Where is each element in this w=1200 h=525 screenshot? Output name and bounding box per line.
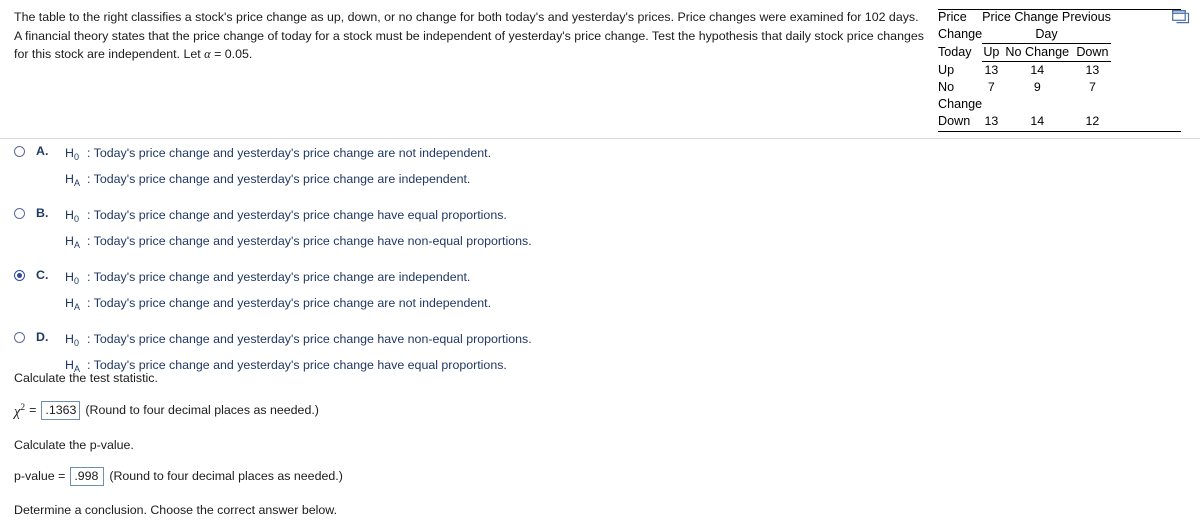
spacer-cell [1074,96,1111,113]
p-value-label: p-value = [14,468,66,483]
problem-text-part1: The table to the right classifies a stoc… [14,10,924,61]
answer-options-group[interactable]: A. H0 : Today's price change and yesterda… [14,143,914,391]
contingency-table: Price Price Change Previous Change Day T… [938,9,1111,130]
cell-down-up: 13 [984,114,999,128]
option-b[interactable]: B. H0 : Today's price change and yesterda… [14,205,914,256]
cell-up-down: 13 [1085,63,1100,77]
problem-text-part2: = 0.05. [210,47,253,61]
h0-symbol: H0 [65,146,79,162]
radio-option-a[interactable] [14,146,25,157]
p-value-answer-line: p-value = .998 (Round to four decimal pl… [14,466,914,486]
option-a[interactable]: A. H0 : Today's price change and yesterda… [14,143,914,194]
option-a-ha-line: HA : Today's price change and yesterday's… [65,169,914,195]
spacer-cell [1001,96,1074,113]
row-label-header-line-2: Change [938,27,983,41]
table-row-continuation: Change [938,96,1111,113]
option-c-ha-statement: : Today's price change and yesterday's p… [87,295,492,310]
option-a-ha-statement: : Today's price change and yesterday's p… [87,171,471,186]
table-header-row-3: Today Up No Change Down [938,43,1111,62]
contingency-table-container: Price Price Change Previous Change Day T… [938,9,1183,130]
ha-symbol: HA [65,295,80,312]
row-label-header-line-3: Today [938,44,972,59]
option-b-ha-line: HA : Today's price change and yesterday's… [65,231,914,257]
problem-header-area: The table to the right classifies a stoc… [0,0,1200,139]
row-label-header-line-1: Price [938,10,967,24]
option-c-text: H0 : Today's price change and yesterday's… [65,267,914,318]
h0-symbol: H0 [65,332,79,348]
option-c[interactable]: C. H0 : Today's price change and yesterda… [14,267,914,318]
option-c-ha-line: HA : Today's price change and yesterday's… [65,293,914,319]
table-row: Up 13 14 13 [938,62,1111,80]
table-header-row-2: Change Day [938,26,1111,44]
ha-symbol: HA [65,171,80,188]
table-row: No 7 9 7 [938,79,1111,96]
table-row: Down 13 14 12 [938,113,1111,130]
column-header-down: Down [1073,43,1111,62]
option-d-h0-line: H0 : Today's price change and yesterday's… [65,329,914,355]
h0-symbol: H0 [65,270,79,286]
radio-option-d[interactable] [14,332,25,343]
option-c-h0-statement: : Today's price change and yesterday's p… [87,270,471,284]
cell-up-up: 13 [984,63,999,77]
conclusion-prompt: Determine a conclusion. Choose the corre… [14,503,338,517]
table-header-row-1: Price Price Change Previous [938,9,1111,26]
option-b-letter: B. [36,206,49,220]
option-d-letter: D. [36,330,49,344]
cell-nochange-up: 7 [987,80,995,94]
option-a-letter: A. [36,144,49,158]
option-b-h0-statement: : Today's price change and yesterday's p… [87,208,507,222]
option-c-letter: C. [36,268,49,282]
p-value-prompt: Calculate the p-value. [14,437,134,452]
row-label-down: Down [938,114,971,128]
equals-sign: = [29,402,37,417]
test-statistic-input[interactable]: .1363 [41,400,81,420]
cell-down-down: 12 [1085,114,1100,128]
group-header-line-1: Price Change Previous [982,10,1111,24]
option-b-ha-statement: : Today's price change and yesterday's p… [87,233,532,248]
row-label-nochange-line-1: No [938,80,955,94]
test-statistic-note: (Round to four decimal places as needed.… [85,402,319,417]
column-header-no-change: No Change [1000,43,1074,62]
option-b-h0-line: H0 : Today's price change and yesterday's… [65,205,914,231]
option-a-h0-line: H0 : Today's price change and yesterday's… [65,143,914,169]
row-label-nochange-line-2: Change [938,97,983,111]
row-label-up: Up [938,62,955,77]
popout-window-icon[interactable] [1172,10,1190,25]
cell-nochange-down: 7 [1088,80,1096,94]
option-d-h0-statement: : Today's price change and yesterday's p… [87,332,532,346]
cell-down-nochange: 14 [1030,114,1045,128]
option-b-text: H0 : Today's price change and yesterday's… [65,205,914,256]
p-value-note: (Round to four decimal places as needed.… [109,468,343,483]
radio-option-b[interactable] [14,208,25,219]
table-bottom-rule [938,131,1181,132]
option-c-h0-line: H0 : Today's price change and yesterday's… [65,267,914,293]
option-a-text: H0 : Today's price change and yesterday's… [65,143,914,194]
h0-symbol: H0 [65,208,79,224]
ha-symbol: HA [65,233,80,250]
problem-statement: The table to the right classifies a stoc… [14,8,924,64]
option-a-h0-statement: : Today's price change and yesterday's p… [87,146,492,160]
radio-option-c[interactable] [14,270,25,281]
column-header-up: Up [982,43,1001,62]
group-header-line-2: Day [982,26,1111,44]
calculation-section: Calculate the test statistic. χ2 = .1363… [14,370,914,502]
section-divider [0,138,1200,139]
test-statistic-answer-line: χ2 = .1363 (Round to four decimal places… [14,400,914,421]
cell-nochange-nochange: 9 [1033,80,1041,94]
test-statistic-prompt: Calculate the test statistic. [14,371,158,385]
chi-square-symbol: χ2 [14,403,26,420]
spacer-cell [982,96,1001,113]
p-value-input[interactable]: .998 [70,466,105,486]
cell-up-nochange: 14 [1030,63,1045,77]
